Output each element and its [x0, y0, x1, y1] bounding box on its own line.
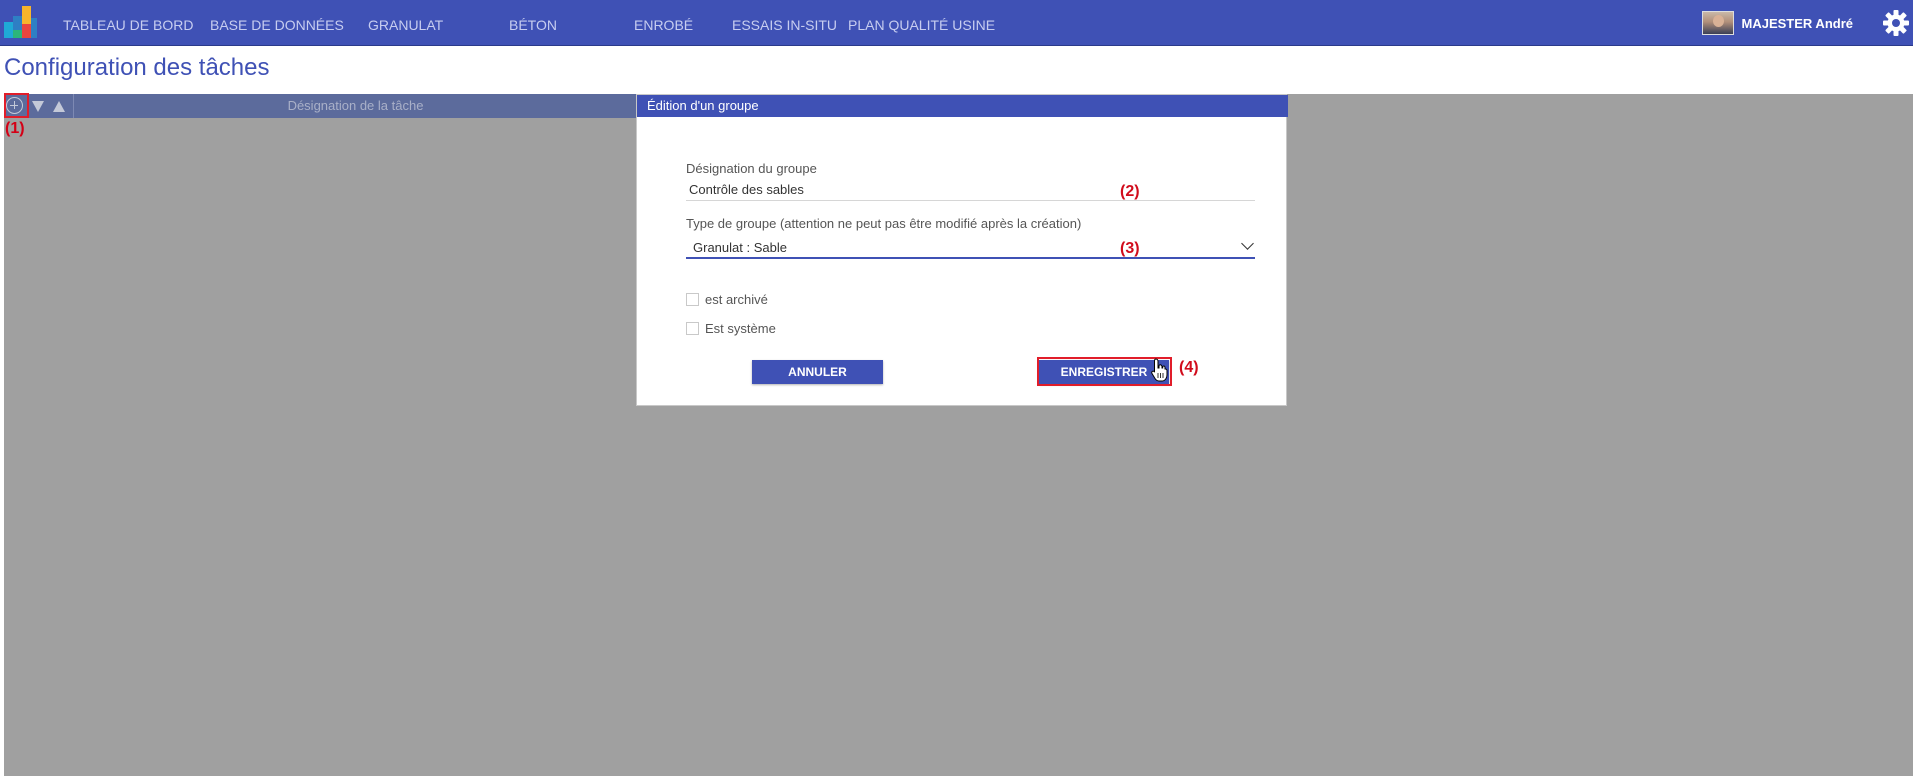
move-up-icon[interactable]: [53, 101, 65, 112]
annotation-label-4: (4): [1179, 359, 1199, 376]
archived-checkbox[interactable]: [686, 293, 699, 306]
app-logo-icon[interactable]: [2, 2, 40, 42]
nav-base-de-donnees[interactable]: BASE DE DONNÉES: [210, 0, 344, 46]
designation-label: Désignation du groupe: [686, 161, 817, 176]
user-name: MAJESTER André: [1741, 15, 1853, 31]
annotation-label-2: (2): [1120, 183, 1140, 200]
system-checkbox[interactable]: [686, 322, 699, 335]
move-down-icon[interactable]: [32, 101, 44, 112]
gear-icon[interactable]: [1882, 9, 1910, 37]
nav-plan-qualite-usine[interactable]: PLAN QUALITÉ USINE: [848, 0, 995, 46]
nav-beton[interactable]: BÉTON: [509, 0, 557, 46]
group-type-select[interactable]: Granulat : Sable: [686, 237, 1255, 259]
dialog-title: Édition d'un groupe: [637, 95, 1288, 117]
user-menu[interactable]: MAJESTER André: [1701, 11, 1853, 35]
top-navigation-bar: TABLEAU DE BORD BASE DE DONNÉES GRANULAT…: [0, 0, 1913, 46]
nav-granulat[interactable]: GRANULAT: [368, 0, 443, 46]
system-checkbox-row[interactable]: Est système: [686, 321, 776, 336]
annotation-box-1: [4, 93, 29, 118]
group-type-label: Type de groupe (attention ne peut pas êt…: [686, 216, 1082, 231]
system-label: Est système: [705, 321, 776, 336]
hand-cursor-icon: [1151, 358, 1168, 382]
nav-enrobe[interactable]: ENROBÉ: [634, 0, 693, 46]
column-header-designation[interactable]: Désignation de la tâche: [74, 94, 637, 118]
annotation-label-1: (1): [5, 120, 25, 137]
designation-input[interactable]: [686, 179, 1255, 201]
page-title: Configuration des tâches: [4, 54, 270, 81]
avatar: [1701, 11, 1734, 35]
nav-tableau-de-bord[interactable]: TABLEAU DE BORD: [63, 0, 193, 46]
annotation-label-3: (3): [1120, 240, 1140, 257]
archived-checkbox-row[interactable]: est archivé: [686, 292, 768, 307]
group-type-value: Granulat : Sable: [693, 240, 787, 255]
archived-label: est archivé: [705, 292, 768, 307]
chevron-down-icon: [1241, 237, 1254, 250]
cancel-button[interactable]: ANNULER: [752, 360, 883, 384]
nav-essais-in-situ[interactable]: ESSAIS IN-SITU: [732, 0, 837, 46]
